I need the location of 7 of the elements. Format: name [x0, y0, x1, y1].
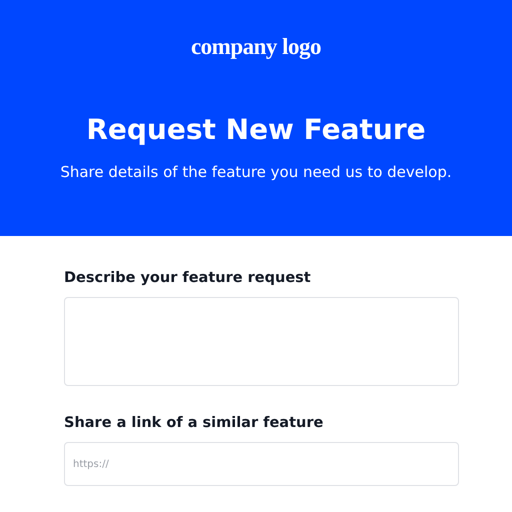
page-subtitle: Share details of the feature you need us to develop. [60, 162, 452, 182]
page-title: Request New Feature [86, 112, 426, 148]
link-field[interactable]: https:// [64, 442, 459, 486]
field-label: Describe your feature request [64, 269, 312, 287]
company-logo: company logo [190, 33, 322, 62]
description-field[interactable] [64, 297, 459, 386]
field-label: Share a link of a similar feature [64, 414, 324, 432]
